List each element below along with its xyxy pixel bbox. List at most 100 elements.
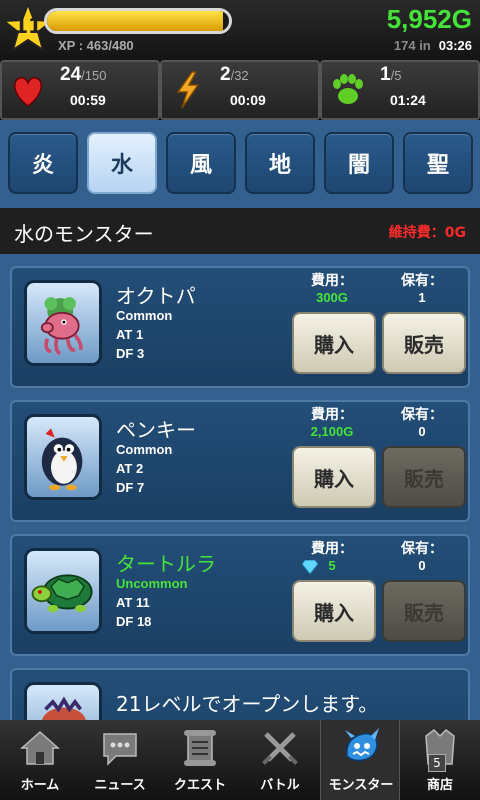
monster-name: ペンキー bbox=[116, 418, 196, 442]
cost-value: 2,100G bbox=[310, 424, 354, 439]
nav-item-home[interactable]: ホーム bbox=[0, 720, 80, 800]
locked-monster-card: 21レベルでオープンします。 bbox=[10, 668, 470, 720]
tab-earth[interactable]: 地 bbox=[245, 132, 315, 194]
monster-rarity: Common bbox=[116, 308, 173, 323]
owned-value: 1 bbox=[418, 290, 426, 305]
nav-item-news[interactable]: ニュース bbox=[80, 720, 160, 800]
monster-attack: AT 2 bbox=[116, 461, 144, 476]
resource-value: 24/150 bbox=[60, 64, 106, 86]
nav-label: クエスト bbox=[173, 778, 226, 793]
resource-current: 2 bbox=[220, 64, 231, 85]
owned-value: 0 bbox=[418, 424, 426, 439]
cost-label: 費用： bbox=[311, 407, 353, 423]
nav-label: バトル bbox=[260, 778, 300, 793]
xp-label: XP : 463/480 bbox=[58, 38, 134, 53]
resource-max: /5 bbox=[390, 68, 402, 83]
resource-timer: 00:59 bbox=[70, 92, 106, 108]
maintenance-cost: 維持費：0G bbox=[388, 225, 466, 241]
resource-health: 24/150 00:59 bbox=[0, 60, 160, 120]
monster-rarity: Uncommon bbox=[116, 576, 188, 591]
monster-defense: DF 7 bbox=[116, 480, 145, 495]
xp-progress-bar bbox=[44, 8, 232, 34]
unlock-requirement: 21レベルでオープンします。 bbox=[116, 692, 379, 716]
sell-button: 販売 bbox=[382, 446, 466, 508]
bottom-nav: ホーム ニュース クエスト バトル モンスター 5 商店 bbox=[0, 720, 480, 800]
monster-card: タートルラ Uncommon AT 11 DF 18 費用： 保有： 5 0 購… bbox=[10, 534, 470, 656]
monster-portrait-penguin bbox=[24, 414, 102, 500]
home-icon bbox=[20, 730, 60, 765]
monster-portrait-turtle bbox=[24, 548, 102, 634]
resource-current: 1 bbox=[380, 64, 391, 85]
monster-attack: AT 1 bbox=[116, 327, 144, 342]
buy-button[interactable]: 購入 bbox=[292, 446, 376, 508]
tab-water[interactable]: 水 bbox=[87, 132, 157, 194]
resource-value: 1/5 bbox=[380, 64, 401, 86]
element-tabs: 炎 水 風 地 闇 聖 bbox=[0, 120, 480, 208]
tab-dark[interactable]: 闇 bbox=[324, 132, 394, 194]
cost-label: 費用： bbox=[311, 541, 353, 557]
nav-label: モンスター bbox=[328, 778, 394, 793]
monster-name: オクトパ bbox=[116, 284, 196, 308]
owned-label: 保有： bbox=[401, 273, 443, 289]
section-title: 水のモンスター bbox=[14, 222, 154, 246]
monster-name: タートルラ bbox=[116, 552, 216, 576]
nav-item-battle[interactable]: バトル bbox=[240, 720, 320, 800]
cost-label: 費用： bbox=[311, 273, 353, 289]
gold-timer: 174 in 03:26 bbox=[394, 38, 472, 53]
sell-button: 販売 bbox=[382, 580, 466, 642]
monster-defense: DF 3 bbox=[116, 346, 145, 361]
resource-max: /150 bbox=[81, 68, 107, 83]
sell-button[interactable]: 販売 bbox=[382, 312, 466, 374]
nav-item-monster[interactable]: モンスター bbox=[320, 720, 400, 800]
gold-timer-prefix: 174 in bbox=[393, 38, 431, 53]
monster-portrait-octopus bbox=[24, 280, 102, 366]
nav-label: ホーム bbox=[20, 778, 60, 793]
nav-item-shop[interactable]: 5 商店 bbox=[400, 720, 480, 800]
shop-badge: 5 bbox=[428, 754, 446, 772]
monster-list[interactable]: オクトパ Common AT 1 DF 3 費用： 保有： 300G 1 購入 … bbox=[0, 254, 480, 720]
crossed-swords-icon bbox=[262, 732, 298, 765]
monster-card: ペンキー Common AT 2 DF 7 費用： 保有： 2,100G 0 購… bbox=[10, 400, 470, 522]
status-bar: 11 XP : 463/480 5,952G 174 in 03:26 bbox=[0, 0, 480, 60]
heart-icon bbox=[14, 77, 42, 107]
tab-wind[interactable]: 風 bbox=[166, 132, 236, 194]
chat-bubble-icon bbox=[103, 733, 137, 766]
cost-value: 5 bbox=[328, 558, 336, 573]
gold-amount: 5,952G bbox=[386, 4, 472, 34]
monster-defense: DF 18 bbox=[116, 614, 152, 629]
resource-value: 2/32 bbox=[220, 64, 249, 86]
buy-button[interactable]: 購入 bbox=[292, 580, 376, 642]
gold-timer-value: 03:26 bbox=[438, 38, 472, 53]
resource-current: 24 bbox=[60, 64, 82, 85]
turtle-icon bbox=[31, 574, 93, 613]
resource-row: 24/150 00:59 2/32 00:09 1/5 01:24 bbox=[0, 60, 480, 120]
nav-label: ニュース bbox=[94, 778, 146, 793]
resource-stamina: 1/5 01:24 bbox=[320, 60, 480, 120]
monster-portrait-locked bbox=[24, 682, 102, 720]
buy-button[interactable]: 購入 bbox=[292, 312, 376, 374]
owned-value: 0 bbox=[418, 558, 426, 573]
resource-timer: 00:09 bbox=[230, 92, 266, 108]
monster-rarity: Common bbox=[116, 442, 173, 457]
lightning-icon bbox=[176, 71, 200, 109]
paw-icon bbox=[333, 74, 363, 104]
penguin-icon bbox=[41, 428, 83, 491]
resource-max: /32 bbox=[230, 68, 249, 83]
octopus-icon bbox=[40, 297, 83, 356]
owned-label: 保有： bbox=[401, 541, 443, 557]
monster-attack: AT 11 bbox=[116, 595, 150, 610]
scroll-icon bbox=[184, 730, 216, 766]
resource-energy: 2/32 00:09 bbox=[160, 60, 320, 120]
fish-monster-icon bbox=[42, 696, 86, 720]
cost-value: 300G bbox=[316, 290, 348, 305]
resource-timer: 01:24 bbox=[390, 92, 426, 108]
dragon-icon bbox=[345, 728, 379, 762]
tab-fire[interactable]: 炎 bbox=[8, 132, 78, 194]
section-header: 水のモンスター 維持費：0G bbox=[0, 208, 480, 254]
xp-progress-fill bbox=[47, 11, 223, 31]
owned-label: 保有： bbox=[401, 407, 443, 423]
nav-item-quest[interactable]: クエスト bbox=[160, 720, 240, 800]
nav-label: 商店 bbox=[426, 778, 453, 793]
tab-holy[interactable]: 聖 bbox=[403, 132, 473, 194]
monster-card: オクトパ Common AT 1 DF 3 費用： 保有： 300G 1 購入 … bbox=[10, 266, 470, 388]
